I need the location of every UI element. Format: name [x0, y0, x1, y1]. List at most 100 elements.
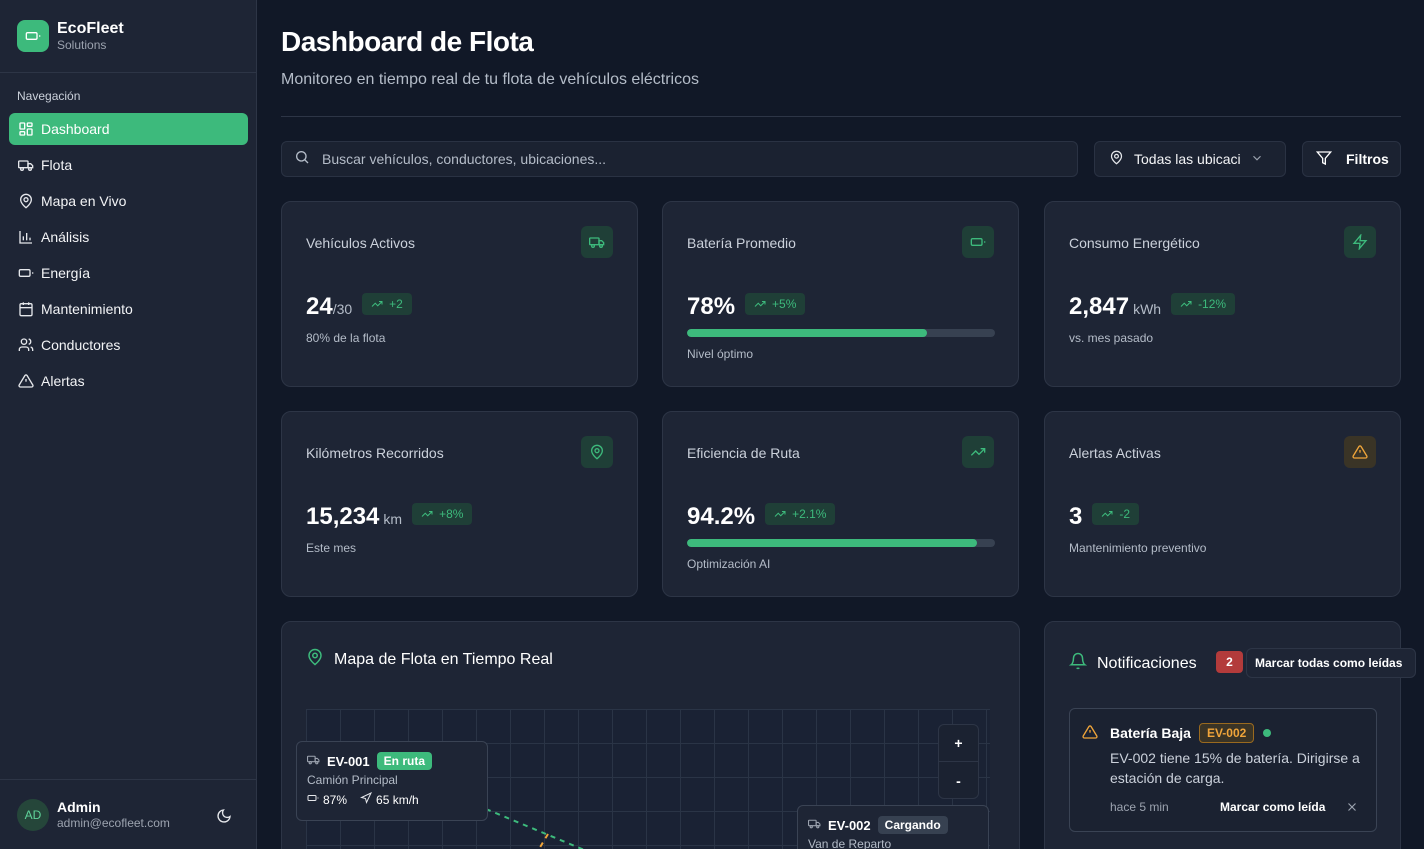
- trend-badge: +2: [362, 293, 412, 315]
- avatar: AD: [17, 798, 49, 831]
- trend-badge: -12%: [1171, 293, 1236, 315]
- trending-up-icon: [1102, 511, 1113, 517]
- unread-dot: [1263, 729, 1272, 737]
- sidebar-item-energia[interactable]: Energía: [9, 257, 248, 289]
- filters-button[interactable]: Filtros: [1302, 141, 1401, 177]
- sidebar-item-flota[interactable]: Flota: [9, 149, 248, 181]
- battery-icon: [307, 792, 319, 807]
- battery-icon: [17, 20, 49, 52]
- stat-card-alertas: Alertas Activas 3 -2 Mantenimiento preve…: [1044, 411, 1401, 597]
- vehicle-id: EV-002: [828, 817, 871, 833]
- close-icon[interactable]: [1345, 800, 1359, 819]
- status-badge: En ruta: [376, 752, 432, 770]
- filter-icon: [1315, 150, 1333, 169]
- map-pin-icon: [18, 193, 34, 209]
- trending-up-icon: [754, 301, 766, 307]
- stat-card-bateria: Batería Promedio 78% +5% Nivel óptimo: [662, 201, 1019, 387]
- search-input[interactable]: [322, 151, 1022, 167]
- bar-chart-icon: [18, 229, 34, 245]
- notification-time: hace 5 min: [1110, 800, 1169, 814]
- sidebar-item-alertas[interactable]: Alertas: [9, 365, 248, 397]
- vehicle-battery: 87%: [323, 792, 348, 807]
- location-select[interactable]: Todas las ubicaci: [1094, 141, 1286, 177]
- stat-note: Mantenimiento preventivo: [1069, 541, 1207, 555]
- stat-unit: km: [383, 511, 403, 527]
- stat-unit: kWh: [1133, 301, 1162, 317]
- users-icon: [18, 337, 34, 353]
- alert-triangle-icon: [18, 373, 34, 389]
- stat-note: Optimización AI: [687, 557, 771, 571]
- notification-message: EV-002 tiene 15% de batería. Dirigirse a…: [1110, 750, 1360, 786]
- sidebar-item-label: Conductores: [41, 337, 121, 353]
- brand[interactable]: EcoFleet Solutions: [0, 0, 256, 73]
- search-icon: [294, 149, 310, 170]
- location-select-value: Todas las ubicaci: [1134, 151, 1240, 167]
- moon-icon[interactable]: [215, 807, 233, 825]
- sidebar-item-analisis[interactable]: Análisis: [9, 221, 248, 253]
- battery-progress-bar: [687, 329, 995, 337]
- stat-title: Eficiencia de Ruta: [687, 445, 800, 461]
- stat-card-kilometros: Kilómetros Recorridos 15,234 km +8% Este…: [281, 411, 638, 597]
- stat-note: Nivel óptimo: [687, 347, 754, 361]
- sidebar-item-label: Dashboard: [41, 121, 110, 137]
- stat-value: 24: [306, 293, 333, 320]
- sidebar-item-mantenimiento[interactable]: Mantenimiento: [9, 293, 248, 325]
- mark-all-read-button[interactable]: Marcar todas como leídas: [1246, 648, 1416, 678]
- vehicle-marker-ev-001[interactable]: EV-001 En ruta Camión Principal 87% 65 k…: [296, 741, 488, 821]
- status-badge: Cargando: [877, 816, 948, 834]
- sidebar-item-label: Mantenimiento: [41, 301, 133, 317]
- stat-value: 15,234: [306, 503, 380, 530]
- stat-title: Kilómetros Recorridos: [306, 445, 444, 461]
- calendar-icon: [18, 301, 34, 317]
- vehicle-tag: EV-002: [1198, 723, 1255, 743]
- sidebar-item-label: Energía: [41, 265, 91, 281]
- sidebar-item-label: Mapa en Vivo: [41, 193, 127, 209]
- search-bar[interactable]: [281, 141, 1078, 177]
- stat-card-vehiculos: Vehículos Activos 24 /30 +2 80% de la fl…: [281, 201, 638, 387]
- alert-triangle-icon: [1082, 724, 1098, 745]
- map-title: Mapa de Flota en Tiempo Real: [334, 650, 553, 668]
- stat-title: Vehículos Activos: [306, 235, 415, 251]
- stat-note: vs. mes pasado: [1069, 331, 1154, 345]
- trend-badge: +5%: [745, 293, 806, 315]
- zoom-controls: + -: [938, 724, 979, 799]
- zoom-out-button[interactable]: -: [939, 762, 978, 799]
- mark-read-button[interactable]: Marcar como leída: [1220, 800, 1325, 814]
- alert-triangle-icon: [1344, 436, 1376, 468]
- bell-icon: [1068, 652, 1088, 675]
- user-profile[interactable]: AD Admin admin@ecofleet.com: [0, 779, 256, 849]
- sidebar-item-mapa[interactable]: Mapa en Vivo: [9, 185, 248, 217]
- sidebar-nav: Dashboard Flota Mapa en Vivo Análisis En…: [9, 113, 248, 401]
- filters-label: Filtros: [1346, 151, 1389, 167]
- page-title: Dashboard de Flota: [281, 26, 534, 57]
- truck-icon: [581, 226, 613, 258]
- progress-fill: [687, 329, 928, 337]
- stat-title: Consumo Energético: [1069, 235, 1200, 251]
- map-pin-icon: [1109, 150, 1124, 168]
- battery-icon: [962, 226, 994, 258]
- trend-badge: +8%: [412, 503, 473, 525]
- truck-icon: [18, 157, 34, 173]
- stat-unit: /30: [332, 301, 353, 317]
- notification-title: Batería Baja: [1110, 725, 1191, 741]
- zoom-in-button[interactable]: +: [939, 725, 978, 762]
- chevron-down-icon: [1250, 151, 1264, 168]
- user-email: admin@ecofleet.com: [57, 815, 170, 830]
- truck-icon: [808, 817, 821, 833]
- map-pin-icon: [581, 436, 613, 468]
- notifications-panel: Notificaciones 2 Marcar todas como leída…: [1044, 621, 1416, 849]
- sidebar-item-dashboard[interactable]: Dashboard: [9, 113, 248, 145]
- stat-note: 80% de la flota: [306, 331, 386, 345]
- notification-count-badge: 2: [1216, 651, 1243, 673]
- stat-value: 3: [1069, 503, 1083, 530]
- grid-icon: [18, 121, 34, 137]
- vehicle-speed: 65 km/h: [376, 792, 419, 807]
- trend-badge: +2.1%: [765, 503, 836, 525]
- vehicle-marker-ev-002[interactable]: EV-002 Cargando Van de Reparto: [797, 805, 989, 849]
- stat-card-eficiencia: Eficiencia de Ruta 94.2% +2.1% Optimizac…: [662, 411, 1019, 597]
- vehicle-id: EV-001: [327, 753, 370, 769]
- sidebar-item-conductores[interactable]: Conductores: [9, 329, 248, 361]
- stat-value: 2,847: [1069, 293, 1130, 320]
- trending-up-icon: [774, 511, 786, 517]
- brand-subtitle: Solutions: [57, 38, 107, 52]
